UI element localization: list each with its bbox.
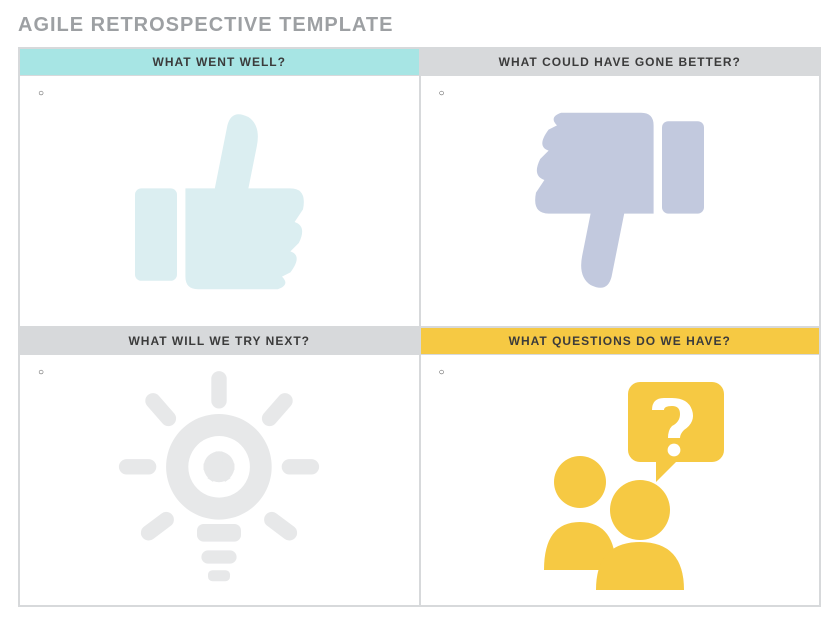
body-questions[interactable]: ○ <box>421 355 820 605</box>
header-went-well: WHAT WENT WELL? <box>20 49 419 76</box>
people-question-icon <box>500 370 740 590</box>
header-gone-better: WHAT COULD HAVE GONE BETTER? <box>421 49 820 76</box>
thumbs-up-icon <box>104 96 334 306</box>
header-questions: WHAT QUESTIONS DO WE HAVE? <box>421 328 820 355</box>
bullet-went-well: ○ <box>38 88 44 99</box>
quadrant-questions: WHAT QUESTIONS DO WE HAVE? ○ <box>420 327 821 606</box>
thumbs-down-icon <box>505 96 735 306</box>
bullet-gone-better: ○ <box>439 88 445 99</box>
bullet-questions: ○ <box>439 367 445 378</box>
body-try-next[interactable]: ○ <box>20 355 419 605</box>
quadrant-try-next: WHAT WILL WE TRY NEXT? ○ <box>19 327 420 606</box>
page-title: AGILE RETROSPECTIVE TEMPLATE <box>18 14 821 37</box>
quadrant-went-well: WHAT WENT WELL? ○ <box>19 48 420 327</box>
body-gone-better[interactable]: ○ <box>421 76 820 326</box>
retro-grid: WHAT WENT WELL? ○ WHAT COULD HAVE GONE B… <box>18 47 821 607</box>
body-went-well[interactable]: ○ <box>20 76 419 326</box>
bullet-try-next: ○ <box>38 367 44 378</box>
header-try-next: WHAT WILL WE TRY NEXT? <box>20 328 419 355</box>
quadrant-gone-better: WHAT COULD HAVE GONE BETTER? ○ <box>420 48 821 327</box>
lightbulb-idea-icon <box>109 370 329 590</box>
